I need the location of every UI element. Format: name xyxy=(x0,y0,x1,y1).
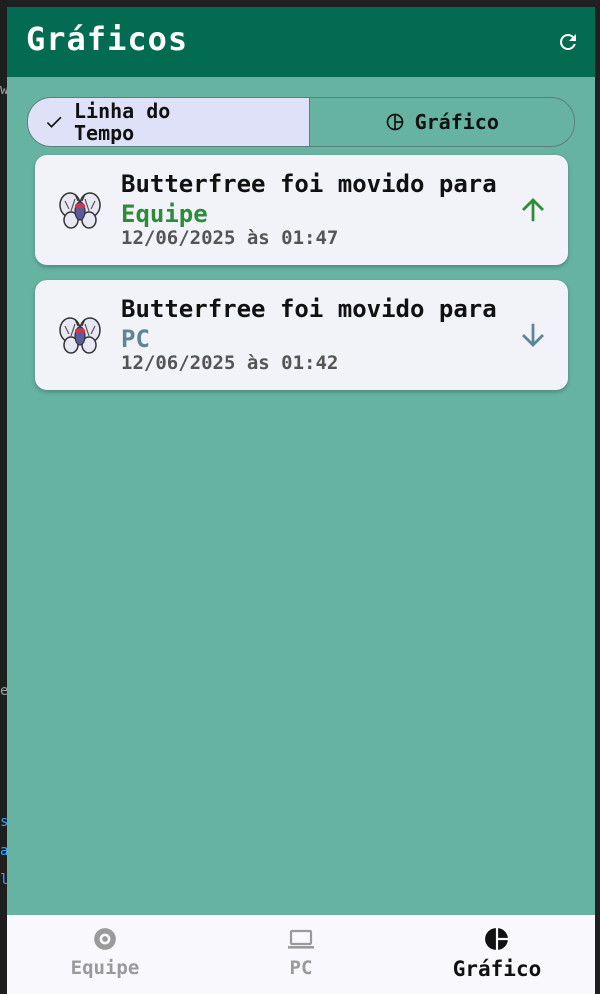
event-message-prefix: Butterfree foi movido para xyxy=(121,170,497,198)
nav-item-equipe[interactable]: Equipe xyxy=(7,915,203,994)
event-message: Butterfree foi movido para Equipe xyxy=(121,169,501,229)
top-app-bar: Gráficos xyxy=(7,7,595,77)
event-destination: PC xyxy=(121,325,150,353)
toggle-timeline-line2: Tempo xyxy=(74,121,135,145)
toggle-timeline-label: Linha do Tempo xyxy=(74,100,170,144)
arrow-down-icon xyxy=(522,323,544,347)
refresh-icon xyxy=(560,33,576,50)
timeline-event-card[interactable]: Butterfree foi movido para Equipe 12/06/… xyxy=(35,155,568,265)
event-destination: Equipe xyxy=(121,200,208,228)
toggle-timeline-line1: Linha do xyxy=(74,99,171,123)
nav-label-grafico: Gráfico xyxy=(452,957,542,981)
view-toggle: Linha do Tempo Gráfico xyxy=(27,97,575,147)
check-icon xyxy=(44,112,64,132)
pie-chart-icon xyxy=(483,925,511,953)
toggle-timeline[interactable]: Linha do Tempo xyxy=(28,98,310,146)
event-timestamp: 12/06/2025 às 01:42 xyxy=(121,352,339,374)
toggle-chart[interactable]: Gráfico xyxy=(310,98,575,146)
refresh-button[interactable] xyxy=(553,27,583,57)
pie-chart-icon xyxy=(385,112,405,132)
app-window: Gráficos Linha do Tempo Gráfico Butterfr… xyxy=(7,7,595,994)
event-message-prefix: Butterfree foi movido para xyxy=(121,295,497,323)
nav-label-pc: PC xyxy=(289,957,313,979)
nav-item-pc[interactable]: PC xyxy=(203,915,399,994)
nav-item-grafico[interactable]: Gráfico xyxy=(399,915,595,994)
butterfree-sprite xyxy=(59,317,101,354)
event-message: Butterfree foi movido para PC xyxy=(121,294,501,354)
butterfree-sprite xyxy=(59,192,101,229)
event-text: Butterfree foi movido para Equipe 12/06/… xyxy=(121,169,501,249)
event-text: Butterfree foi movido para PC 12/06/2025… xyxy=(121,294,501,374)
timeline-event-card[interactable]: Butterfree foi movido para PC 12/06/2025… xyxy=(35,280,568,390)
arrow-up-icon xyxy=(522,198,544,222)
page-title: Gráficos xyxy=(26,20,189,58)
event-timestamp: 12/06/2025 às 01:47 xyxy=(121,227,339,249)
toggle-chart-label: Gráfico xyxy=(414,110,499,134)
laptop-icon xyxy=(287,925,315,953)
nav-label-equipe: Equipe xyxy=(70,957,140,979)
bottom-navigation: Equipe PC Gráfico xyxy=(7,915,595,994)
pokeball-icon xyxy=(91,925,119,953)
